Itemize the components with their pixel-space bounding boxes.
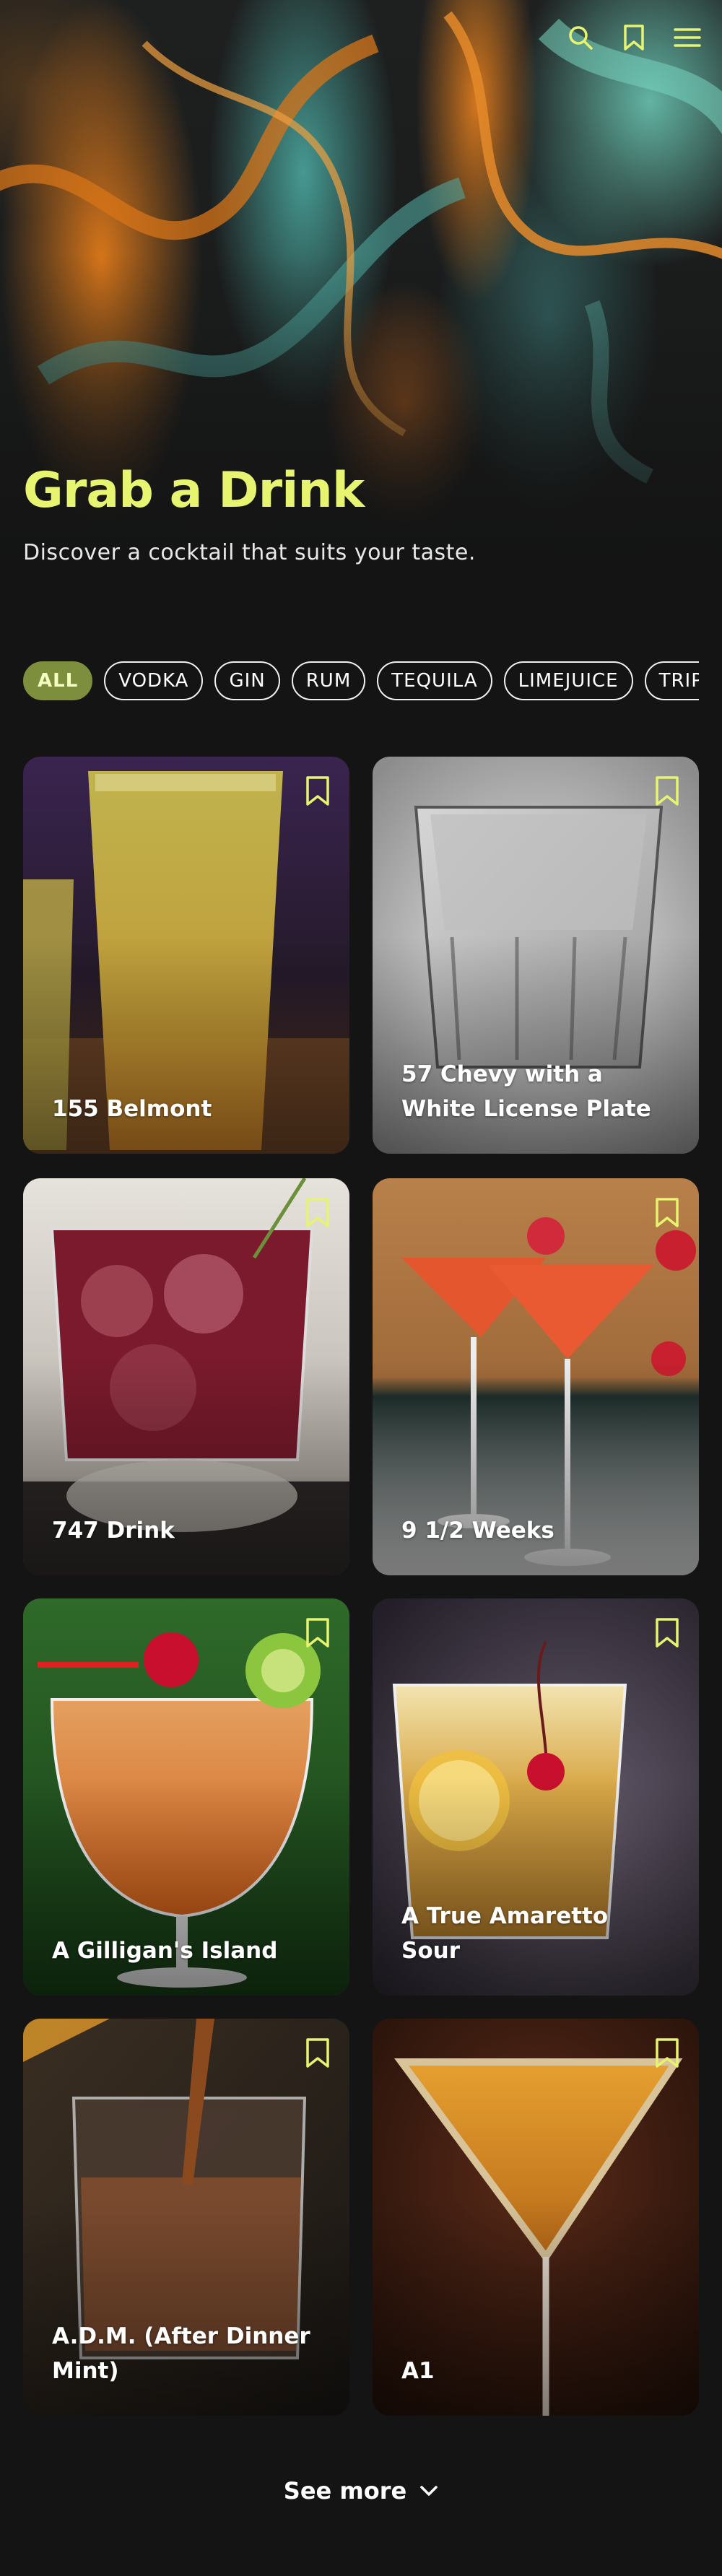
drink-name: 155 Belmont (52, 1096, 212, 1122)
bookmark-icon[interactable] (654, 1197, 680, 1229)
filter-chip-tequila[interactable]: TEQUILA (377, 661, 492, 700)
drink-card[interactable]: 57 Chevy with a White License Plate (373, 757, 699, 1154)
hero-banner: Grab a Drink Discover a cocktail that su… (0, 0, 722, 635)
chevron-down-icon (420, 2486, 438, 2496)
filter-chip-vodka[interactable]: VODKA (104, 661, 204, 700)
drink-name: 9 1/2 Weeks (401, 1518, 554, 1544)
bookmark-icon[interactable] (654, 2037, 680, 2069)
filter-chip-bar[interactable]: ALL VODKA GIN RUM TEQUILA LIMEJUICE TRIP… (23, 661, 699, 703)
drink-name: A True Amaretto Sour (401, 1903, 609, 1964)
drink-card[interactable]: A Gilligan's Island (23, 1598, 349, 1996)
bookmark-icon[interactable] (305, 775, 331, 807)
drink-name: A Gilligan's Island (52, 1938, 278, 1964)
drink-name: 747 Drink (52, 1518, 175, 1544)
filter-chip-rum[interactable]: RUM (291, 661, 366, 700)
header-actions (565, 22, 703, 53)
drink-card[interactable]: A1 (373, 2019, 699, 2416)
drink-name: 57 Chevy with a White License Plate (401, 1061, 651, 1122)
drink-card[interactable]: 747 Drink (23, 1178, 349, 1575)
see-more-button[interactable]: See more (0, 2469, 722, 2512)
bookmark-icon[interactable] (618, 22, 650, 53)
bookmark-icon[interactable] (305, 2037, 331, 2069)
drink-name: A1 (401, 2358, 435, 2384)
drink-name: A.D.M. (After Dinner Mint) (52, 2323, 310, 2384)
bookmark-icon[interactable] (305, 1617, 331, 1649)
see-more-label: See more (283, 2477, 407, 2505)
filter-chip-triple-sec[interactable]: TRIPLE SEC (644, 661, 699, 700)
search-icon[interactable] (565, 22, 596, 53)
page-subtitle: Discover a cocktail that suits your tast… (23, 540, 476, 565)
filter-chip-all[interactable]: ALL (23, 661, 93, 700)
drink-card[interactable]: A True Amaretto Sour (373, 1598, 699, 1996)
page-title: Grab a Drink (23, 462, 365, 519)
drink-card[interactable]: A.D.M. (After Dinner Mint) (23, 2019, 349, 2416)
filter-chip-gin[interactable]: GIN (214, 661, 280, 700)
filter-chip-limejuice[interactable]: LIMEJUICE (503, 661, 633, 700)
drink-card[interactable]: 9 1/2 Weeks (373, 1178, 699, 1575)
bookmark-icon[interactable] (305, 1197, 331, 1229)
bookmark-icon[interactable] (654, 775, 680, 807)
bookmark-icon[interactable] (654, 1617, 680, 1649)
drink-card[interactable]: 155 Belmont (23, 757, 349, 1154)
menu-icon[interactable] (671, 22, 703, 53)
